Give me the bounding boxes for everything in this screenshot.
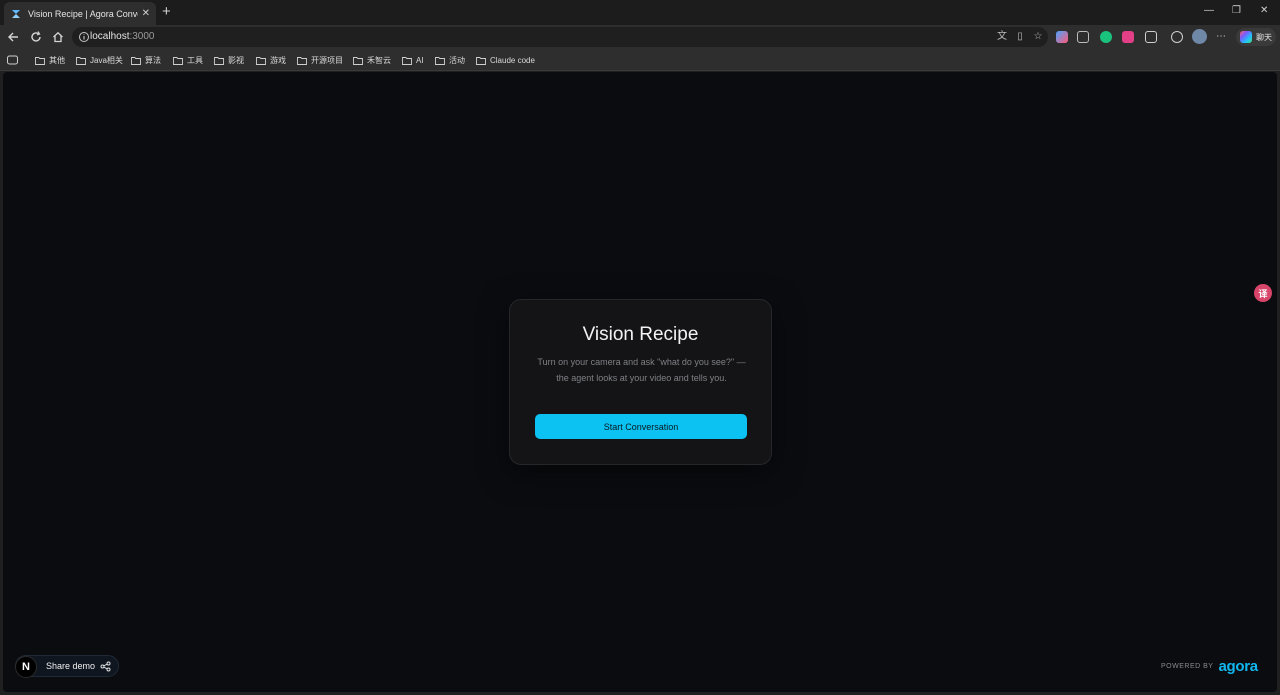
- bookmark-folder[interactable]: 其他: [35, 54, 65, 66]
- address-bar[interactable]: localhost:3000 文 ▯ ☆: [72, 27, 1048, 47]
- extensions-puzzle-icon[interactable]: [1145, 31, 1157, 43]
- floating-translate-icon[interactable]: 译: [1254, 284, 1272, 302]
- minimize-icon[interactable]: —: [1204, 5, 1214, 16]
- tab-close-icon[interactable]: ✕: [142, 8, 150, 19]
- bookmark-label: 禾智云: [367, 55, 391, 65]
- bookmark-label: 工具: [187, 55, 203, 65]
- page-viewport: Vision Recipe Turn on your camera and as…: [3, 72, 1277, 692]
- bookmark-folder[interactable]: 禾智云: [353, 54, 391, 66]
- share-demo-label: Share demo: [46, 661, 96, 671]
- profile-avatar[interactable]: [1192, 29, 1207, 44]
- chat-label: 聊天: [1256, 32, 1272, 42]
- card-title: Vision Recipe: [582, 324, 699, 345]
- bookmark-folder[interactable]: 活动: [435, 54, 465, 66]
- bookmark-folder[interactable]: 算法: [131, 54, 161, 66]
- bookmark-label: 游戏: [270, 55, 286, 65]
- folder-icon: [476, 56, 486, 65]
- folder-icon: [35, 56, 45, 65]
- copilot-logo-icon: [1240, 31, 1252, 43]
- history-icon[interactable]: [1171, 31, 1183, 43]
- agora-favicon-icon: [12, 9, 20, 18]
- browser-tab-active[interactable]: Vision Recipe | Agora Conversation ✕: [4, 2, 156, 25]
- agora-logo: agora: [1218, 657, 1258, 675]
- folder-icon: [76, 56, 86, 65]
- url-port: :3000: [129, 31, 155, 42]
- folder-icon: [256, 56, 266, 65]
- extension-chatgpt-icon[interactable]: [1100, 31, 1112, 43]
- bookmark-label: 其他: [49, 55, 65, 65]
- bookmark-label: 开源项目: [311, 55, 343, 65]
- powered-by-label: POWERED BY: [1161, 662, 1214, 670]
- bookmark-label: 算法: [145, 55, 161, 65]
- card-description-line: the agent looks at your video and tells …: [556, 372, 727, 383]
- apps-icon[interactable]: [7, 55, 18, 65]
- welcome-card: Vision Recipe Turn on your camera and as…: [509, 299, 772, 465]
- extension-translate-icon[interactable]: [1122, 31, 1134, 43]
- bookmark-folder[interactable]: 开源项目: [297, 54, 343, 66]
- tab-title: Vision Recipe | Agora Conversation: [28, 8, 138, 19]
- bookmark-folder[interactable]: 游戏: [256, 54, 286, 66]
- new-tab-plus-icon[interactable]: +: [162, 4, 171, 20]
- bookmark-label: Claude code: [490, 55, 535, 65]
- powered-by-agora: POWERED BY agora: [1161, 657, 1258, 675]
- start-conversation-button[interactable]: Start Conversation: [535, 414, 747, 439]
- translate-icon[interactable]: 文: [996, 31, 1008, 43]
- bookmark-star-icon[interactable]: ☆: [1032, 31, 1044, 43]
- bookmark-label: AI: [416, 55, 424, 65]
- copilot-chat-button[interactable]: 聊天: [1236, 28, 1276, 46]
- bookmark-folder[interactable]: Claude code: [476, 54, 535, 66]
- bookmarks-bar: 其他 Java相关 算法 工具 影视 游戏 开源项目 禾智云 AI 活动 Claude code: [0, 49, 1280, 71]
- reload-icon[interactable]: [29, 30, 43, 44]
- folder-icon: [214, 56, 224, 65]
- url-text: localhost:3000: [90, 31, 155, 42]
- bookmark-label: 活动: [449, 55, 465, 65]
- folder-icon: [297, 56, 307, 65]
- reader-mode-icon[interactable]: ▯: [1014, 31, 1026, 43]
- bookmark-folder[interactable]: AI: [402, 54, 424, 66]
- folder-icon: [353, 56, 363, 65]
- card-description: Turn on your camera and ask "what do you…: [532, 355, 751, 386]
- bookmark-label: Java相关: [90, 55, 123, 65]
- browser-toolbar: localhost:3000 文 ▯ ☆ ⋯ 聊天: [0, 25, 1280, 49]
- tab-strip: Vision Recipe | Agora Conversation ✕ + —…: [0, 0, 1280, 25]
- bookmark-folder[interactable]: 工具: [173, 54, 203, 66]
- folder-icon: [173, 56, 183, 65]
- folder-icon: [402, 56, 412, 65]
- bookmark-folder[interactable]: 影视: [214, 54, 244, 66]
- bookmark-label: 影视: [228, 55, 244, 65]
- folder-icon: [131, 56, 141, 65]
- card-description-line: Turn on your camera and ask "what do you…: [537, 357, 746, 367]
- restore-icon[interactable]: ❐: [1232, 5, 1241, 16]
- window-close-icon[interactable]: ✕: [1260, 5, 1268, 16]
- folder-icon: [435, 56, 445, 65]
- home-icon[interactable]: [51, 30, 65, 44]
- site-info-icon[interactable]: [78, 31, 90, 43]
- nextjs-dev-badge[interactable]: N: [15, 656, 37, 678]
- more-menu-icon[interactable]: ⋯: [1215, 31, 1227, 43]
- bookmark-folder[interactable]: Java相关: [76, 54, 123, 66]
- url-host: localhost: [90, 31, 130, 42]
- share-icon: [100, 661, 111, 672]
- extension-screen-icon[interactable]: [1077, 31, 1089, 43]
- extension-apps-icon[interactable]: [1056, 31, 1068, 43]
- back-arrow-icon[interactable]: [6, 30, 20, 44]
